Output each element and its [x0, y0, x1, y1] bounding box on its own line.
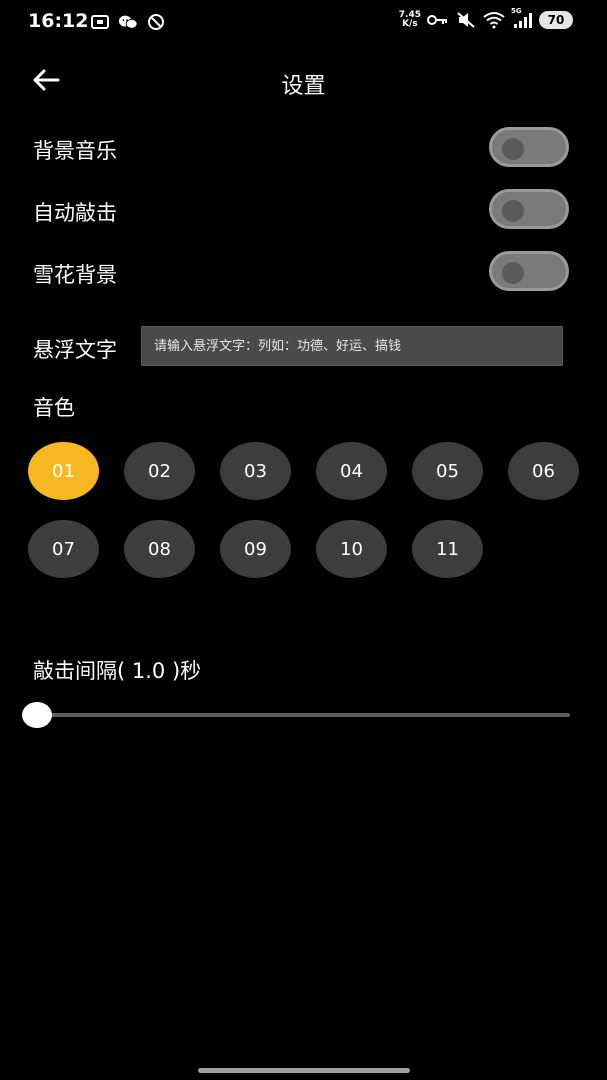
signal-label: 5G	[511, 7, 522, 15]
bg-music-toggle[interactable]	[489, 127, 569, 167]
status-time: 16:12	[28, 10, 89, 32]
snow-bg-toggle[interactable]	[489, 251, 569, 291]
tone-option-05[interactable]: 05	[412, 442, 483, 500]
bg-music-label: 背景音乐	[33, 139, 117, 163]
float-text-row: 悬浮文字	[33, 325, 573, 367]
wechat-icon	[118, 12, 138, 32]
tone-option-02[interactable]: 02	[124, 442, 195, 500]
wifi-icon	[483, 10, 505, 30]
screen-record-icon	[90, 12, 110, 32]
signal-icon: 5G	[511, 7, 533, 30]
slider-track	[32, 713, 570, 717]
setting-row-snow-bg: 雪花背景	[33, 251, 573, 295]
tone-option-06[interactable]: 06	[508, 442, 579, 500]
status-bar: 16:12 7.45 K/s 5G 70	[0, 0, 607, 44]
tone-option-08[interactable]: 08	[124, 520, 195, 578]
net-speed-unit: K/s	[402, 19, 418, 29]
header: 设置	[0, 56, 607, 108]
status-left-icons	[90, 12, 166, 32]
tone-option-01[interactable]: 01	[28, 442, 99, 500]
interval-suffix: )秒	[171, 659, 202, 683]
battery-indicator: 70	[539, 11, 573, 29]
setting-row-auto-tap: 自动敲击	[33, 189, 573, 233]
status-right: 7.45 K/s 5G 70	[399, 7, 573, 30]
page-title: 设置	[281, 74, 326, 99]
auto-tap-label: 自动敲击	[33, 201, 117, 225]
float-text-label: 悬浮文字	[33, 338, 117, 362]
float-text-input[interactable]	[141, 326, 563, 366]
home-indicator	[198, 1068, 410, 1073]
tone-option-09[interactable]: 09	[220, 520, 291, 578]
net-speed: 7.45 K/s	[399, 11, 421, 29]
tone-option-04[interactable]: 04	[316, 442, 387, 500]
mute-icon	[455, 10, 477, 30]
snow-bg-label: 雪花背景	[33, 263, 117, 287]
slider-thumb[interactable]	[22, 702, 52, 728]
tone-option-07[interactable]: 07	[28, 520, 99, 578]
toggle-knob	[502, 200, 524, 222]
auto-tap-toggle[interactable]	[489, 189, 569, 229]
no-disturb-icon	[146, 12, 166, 32]
toggle-knob	[502, 138, 524, 160]
tone-label: 音色	[33, 396, 75, 420]
tone-option-03[interactable]: 03	[220, 442, 291, 500]
toggle-knob	[502, 262, 524, 284]
interval-value: 1.0	[131, 659, 166, 683]
interval-label: 敲击间隔( 1.0 )秒	[33, 655, 201, 685]
interval-slider[interactable]	[22, 702, 570, 728]
key-icon	[427, 10, 449, 30]
setting-row-bg-music: 背景音乐	[33, 127, 573, 171]
tone-option-11[interactable]: 11	[412, 520, 483, 578]
tone-option-10[interactable]: 10	[316, 520, 387, 578]
interval-prefix: 敲击间隔(	[33, 659, 126, 683]
